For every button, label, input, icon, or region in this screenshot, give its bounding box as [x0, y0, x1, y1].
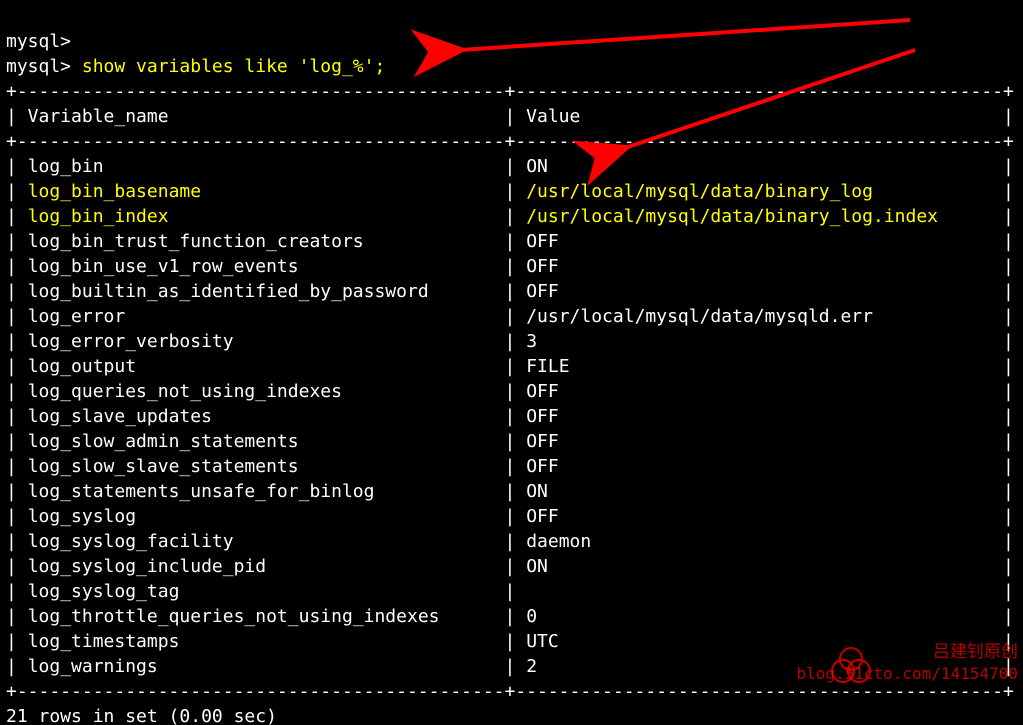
variable-value: OFF	[526, 456, 992, 477]
table-row: | log_error_verbosity | 3 |	[6, 331, 1014, 352]
table-row: | log_bin | ON |	[6, 156, 1014, 177]
terminal-output: mysql> mysql> show variables like 'log_%…	[0, 0, 1023, 725]
variable-name: log_bin_trust_function_creators	[28, 231, 494, 252]
table-row: | log_output | FILE |	[6, 356, 1014, 377]
variable-value: daemon	[526, 531, 992, 552]
table-row: | log_statements_unsafe_for_binlog | ON …	[6, 481, 1014, 502]
variable-value: ON	[526, 481, 992, 502]
variable-name: log_bin_use_v1_row_events	[28, 256, 494, 277]
table-header: | Variable_name | Value |	[6, 106, 1014, 127]
variable-name: log_syslog_facility	[28, 531, 494, 552]
table-row: | log_slow_slave_statements | OFF |	[6, 456, 1014, 477]
table-row: | log_bin_use_v1_row_events | OFF |	[6, 256, 1014, 277]
variable-name: log_syslog_tag	[28, 581, 494, 602]
watermark-line2: blog.51cto.com/14154700	[796, 663, 1018, 685]
variable-value: 3	[526, 331, 992, 352]
variable-value: OFF	[526, 231, 992, 252]
variable-value: 0	[526, 606, 992, 627]
table-row: | log_bin_trust_function_creators | OFF …	[6, 231, 1014, 252]
variable-name: log_slow_admin_statements	[28, 431, 494, 452]
variable-name: log_warnings	[28, 656, 494, 677]
table-border-mid: +---------------------------------------…	[6, 131, 1014, 152]
table-row: | log_syslog | OFF |	[6, 506, 1014, 527]
variable-name: log_output	[28, 356, 494, 377]
table-row: | log_slave_updates | OFF |	[6, 406, 1014, 427]
variable-name: log_slave_updates	[28, 406, 494, 427]
variable-value: ON	[526, 156, 992, 177]
watermark-text: 吕建钊原创 blog.51cto.com/14154700	[796, 641, 1018, 685]
table-row: | log_syslog_facility | daemon |	[6, 531, 1014, 552]
variable-name: log_bin_index	[28, 206, 494, 227]
variable-name: log_statements_unsafe_for_binlog	[28, 481, 494, 502]
prompt-blank: mysql>	[6, 31, 71, 52]
variable-name: log_syslog_include_pid	[28, 556, 494, 577]
variable-value: OFF	[526, 431, 992, 452]
table-row: | log_error | /usr/local/mysql/data/mysq…	[6, 306, 1014, 327]
table-row: | log_queries_not_using_indexes | OFF |	[6, 381, 1014, 402]
variable-value: FILE	[526, 356, 992, 377]
variable-value	[526, 581, 992, 602]
variable-name: log_error_verbosity	[28, 331, 494, 352]
table-row: | log_syslog_tag | |	[6, 581, 1014, 602]
variable-name: log_bin_basename	[28, 181, 494, 202]
table-border-top: +---------------------------------------…	[6, 81, 1014, 102]
variable-name: log_timestamps	[28, 631, 494, 652]
variable-value: ON	[526, 556, 992, 577]
variable-value: OFF	[526, 256, 992, 277]
table-row: | log_builtin_as_identified_by_password …	[6, 281, 1014, 302]
table-row: | log_syslog_include_pid | ON |	[6, 556, 1014, 577]
result-summary: 21 rows in set (0.00 sec)	[6, 706, 277, 725]
sql-command: show variables like 'log_%';	[82, 56, 385, 77]
variable-value: OFF	[526, 381, 992, 402]
variable-value: OFF	[526, 506, 992, 527]
table-row: | log_bin_index | /usr/local/mysql/data/…	[6, 206, 1014, 227]
variable-name: log_error	[28, 306, 494, 327]
table-row: | log_slow_admin_statements | OFF |	[6, 431, 1014, 452]
variable-value: /usr/local/mysql/data/binary_log	[526, 181, 992, 202]
prompt: mysql>	[6, 56, 82, 77]
variable-name: log_bin	[28, 156, 494, 177]
variable-value: OFF	[526, 406, 992, 427]
variable-value: OFF	[526, 281, 992, 302]
variable-value: /usr/local/mysql/data/binary_log.index	[526, 206, 992, 227]
table-row: | log_throttle_queries_not_using_indexes…	[6, 606, 1014, 627]
variable-name: log_throttle_queries_not_using_indexes	[28, 606, 494, 627]
variable-value: /usr/local/mysql/data/mysqld.err	[526, 306, 992, 327]
variable-name: log_builtin_as_identified_by_password	[28, 281, 494, 302]
variable-name: log_queries_not_using_indexes	[28, 381, 494, 402]
variable-name: log_slow_slave_statements	[28, 456, 494, 477]
table-row: | log_bin_basename | /usr/local/mysql/da…	[6, 181, 1014, 202]
variable-name: log_syslog	[28, 506, 494, 527]
watermark-line1: 吕建钊原创	[796, 641, 1018, 663]
